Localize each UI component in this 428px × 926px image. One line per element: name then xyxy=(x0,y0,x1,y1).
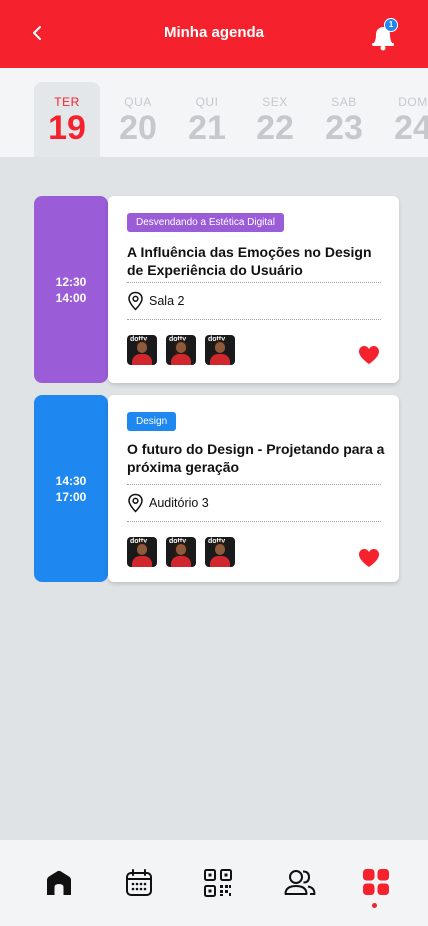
speaker-avatars: dotty dotty dotty xyxy=(127,335,244,365)
date-day-number: 22 xyxy=(256,109,294,147)
home-icon xyxy=(47,870,71,895)
people-icon xyxy=(284,870,316,895)
map-pin-icon xyxy=(128,493,143,513)
heart-icon[interactable] xyxy=(358,548,380,568)
date-day-number: 24 xyxy=(394,109,428,147)
notification-badge: 1 xyxy=(384,18,398,32)
date-day-number: 21 xyxy=(188,109,226,147)
date-day-name: SAB xyxy=(331,95,357,109)
track-tag: Design xyxy=(127,412,177,431)
avatar[interactable]: dotty xyxy=(205,335,235,365)
session-time-block: 14:30 17:00 xyxy=(34,395,108,582)
avatar[interactable]: dotty xyxy=(127,537,157,567)
speaker-avatars: dotty dotty dotty xyxy=(127,537,244,567)
track-tag: Desvendando a Estética Digital xyxy=(127,213,284,232)
avatar[interactable]: dotty xyxy=(166,335,196,365)
notifications-button[interactable]: 1 xyxy=(368,18,400,52)
session-info-panel: Desvendando a Estética Digital A Influên… xyxy=(108,196,399,383)
heart-icon[interactable] xyxy=(358,345,380,365)
apps-grid-icon xyxy=(363,869,389,895)
date-day-number: 20 xyxy=(119,109,157,147)
map-pin-icon xyxy=(128,291,143,311)
nav-home[interactable] xyxy=(44,868,74,898)
session-card[interactable]: 14:30 17:00 Design O futuro do Design - … xyxy=(34,395,399,582)
nav-qr-code[interactable] xyxy=(203,868,233,898)
date-tab-22[interactable]: SEX 22 xyxy=(242,82,308,157)
calendar-icon xyxy=(126,869,152,896)
nav-apps[interactable] xyxy=(362,868,392,898)
session-time-block: 12:30 14:00 xyxy=(34,196,108,383)
qr-code-icon xyxy=(204,869,232,897)
date-day-name: TER xyxy=(54,95,80,109)
date-tab-21[interactable]: QUI 21 xyxy=(174,82,240,157)
date-tab-24[interactable]: DOM 24 xyxy=(380,82,428,157)
avatar[interactable]: dotty xyxy=(166,537,196,567)
divider xyxy=(127,484,381,485)
avatar[interactable]: dotty xyxy=(205,537,235,567)
session-end-time: 17:00 xyxy=(55,489,87,504)
bottom-navigation xyxy=(0,840,428,926)
date-day-name: DOM xyxy=(398,95,428,109)
nav-calendar[interactable] xyxy=(124,868,154,898)
date-day-name: QUA xyxy=(124,95,152,109)
date-day-name: QUI xyxy=(195,95,219,109)
date-tab-23[interactable]: SAB 23 xyxy=(311,82,377,157)
divider xyxy=(127,521,381,522)
session-start-time: 14:30 xyxy=(55,473,87,488)
session-location-label: Auditório 3 xyxy=(149,496,209,510)
date-tab-20[interactable]: QUA 20 xyxy=(105,82,171,157)
session-location: Sala 2 xyxy=(127,291,184,311)
divider xyxy=(127,319,381,320)
session-info-panel: Design O futuro do Design - Projetando p… xyxy=(108,395,399,582)
session-title: O futuro do Design - Projetando para a p… xyxy=(127,441,385,475)
date-day-number: 19 xyxy=(48,109,86,147)
date-day-number: 23 xyxy=(325,109,363,147)
page-title: Minha agenda xyxy=(163,24,264,41)
active-nav-indicator xyxy=(372,903,377,908)
date-tab-19[interactable]: TER 19 xyxy=(34,82,100,157)
app-header: Minha agenda 1 xyxy=(0,0,428,68)
session-location-label: Sala 2 xyxy=(149,294,185,308)
session-card[interactable]: 12:30 14:00 Desvendando a Estética Digit… xyxy=(34,196,399,383)
date-day-name: SEX xyxy=(262,95,288,109)
divider xyxy=(127,282,381,283)
session-start-time: 12:30 xyxy=(55,274,87,289)
session-location: Auditório 3 xyxy=(127,493,209,513)
date-selector: TER 19 QUA 20 QUI 21 SEX 22 SAB 23 DOM 2… xyxy=(0,68,428,157)
avatar[interactable]: dotty xyxy=(127,335,157,365)
nav-people[interactable] xyxy=(284,868,316,898)
session-end-time: 14:00 xyxy=(55,290,87,305)
session-title: A Influência das Emoções no Design de Ex… xyxy=(127,244,372,278)
